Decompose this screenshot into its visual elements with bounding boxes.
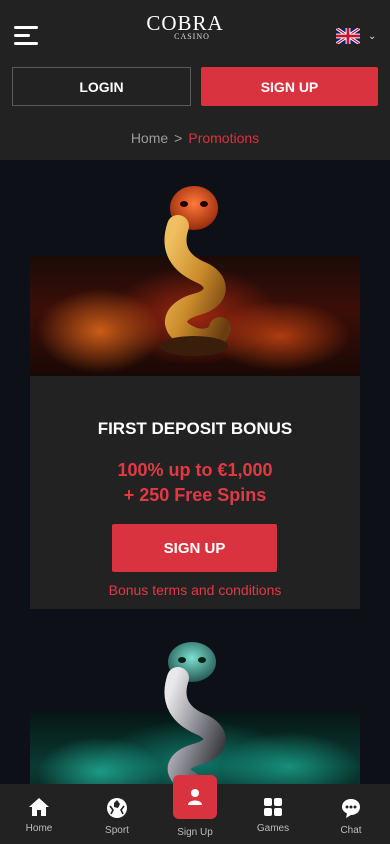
nav-item-home[interactable]: Home xyxy=(0,784,78,844)
nav-item-signup[interactable]: Sign Up xyxy=(156,775,234,844)
nav-label-games: Games xyxy=(256,823,290,834)
promo-offer-line1: 100% up to €1,000 xyxy=(117,460,273,480)
promo-title: FIRST DEPOSIT BONUS xyxy=(97,419,293,438)
chevron-down-icon: ⌄ xyxy=(368,30,377,42)
uk-flag-icon xyxy=(336,28,360,44)
golden-snake-image xyxy=(160,186,231,356)
menu-icon[interactable] xyxy=(14,26,38,46)
nav-label-home: Home xyxy=(25,823,53,834)
promo-offer-line2: + 250 Free Spins xyxy=(123,485,267,505)
signup-nav-button[interactable] xyxy=(173,775,217,819)
chat-bubble-icon xyxy=(342,799,360,818)
breadcrumb: Home > Promotions xyxy=(0,130,390,146)
user-icon xyxy=(188,789,202,805)
nav-item-chat[interactable]: Chat xyxy=(312,784,390,844)
bottom-navigation: Home Sport Sign Up Games Chat xyxy=(0,775,390,844)
grid-icon xyxy=(264,798,282,816)
breadcrumb-separator: > xyxy=(174,130,183,146)
bonus-terms-link[interactable]: Bonus terms and conditions xyxy=(30,582,360,598)
nav-label-chat: Chat xyxy=(340,825,362,836)
home-icon xyxy=(29,798,49,816)
breadcrumb-home-link[interactable]: Home xyxy=(131,130,168,146)
breadcrumb-current: Promotions xyxy=(188,130,260,146)
cobra-logo[interactable]: COBRA CASINO xyxy=(143,10,227,50)
signup-button[interactable]: SIGN UP xyxy=(201,67,378,106)
nav-label-signup: Sign Up xyxy=(177,827,213,838)
nav-item-games[interactable]: Games xyxy=(234,784,312,844)
promo-signup-button[interactable]: SIGN UP xyxy=(112,524,277,572)
nav-item-sport[interactable]: Sport xyxy=(78,784,156,844)
silver-snake-image xyxy=(164,642,226,786)
language-selector[interactable]: ⌄ xyxy=(336,28,376,44)
nav-label-sport: Sport xyxy=(105,825,129,836)
soccer-ball-icon xyxy=(107,798,127,818)
login-button[interactable]: LOGIN xyxy=(12,67,191,106)
